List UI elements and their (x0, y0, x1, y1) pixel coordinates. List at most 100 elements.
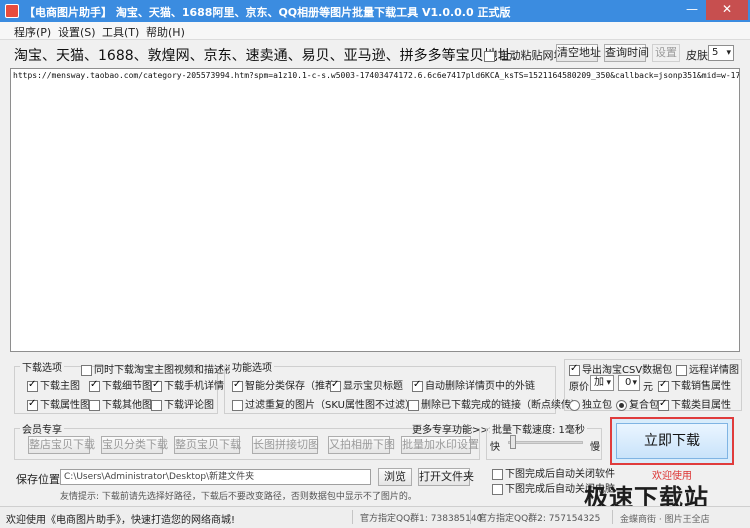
checkbox-icon (658, 379, 669, 392)
clear-address-button[interactable]: 清空地址 (556, 44, 601, 62)
download-now-button[interactable]: 立即下载 (610, 417, 734, 465)
download-options-label: 下载选项 (20, 359, 64, 374)
status-separator (612, 510, 613, 524)
price-label: 原价 (569, 382, 589, 393)
delete-done-label: 删除已下载完成的链接（断点续传） (421, 400, 581, 411)
batch-speed-label: 批量下载速度: 1毫秒 (490, 421, 587, 436)
speed-slider-thumb[interactable] (510, 435, 516, 449)
combined-package-label: 复合包 (629, 400, 659, 411)
status-bar: 欢迎使用《电商图片助手》，快速打造您的网络商城! 官方指定QQ群1: 73838… (0, 506, 750, 528)
filter-dup-checkbox[interactable]: 过滤重复的图片（SKU属性图不过滤） (232, 396, 415, 411)
checkbox-icon (81, 364, 92, 376)
delete-done-checkbox[interactable]: 删除已下载完成的链接（断点续传） (408, 396, 581, 411)
sales-attr-label: 下载销售属性 (671, 381, 731, 392)
qq-group-2: 官方指定QQ群2: 757154325 (478, 514, 601, 524)
sales-attr-checkbox[interactable]: 下载销售属性 (658, 377, 731, 392)
checkbox-icon (89, 379, 100, 392)
fast-label: 快 (490, 442, 500, 453)
function-options-label: 功能选项 (230, 359, 274, 374)
more-features-link[interactable]: 更多专享功能>>> (412, 421, 497, 436)
download-detail-checkbox[interactable]: 下载细节图 (89, 377, 152, 392)
tip-text: 友情提示: 下载前请先选择好路径，下载后不要改变路径，否则数据包中显示不了图片的… (60, 492, 417, 502)
status-right-text: 金蝶商街 · 图片王全店 (620, 515, 710, 525)
single-package-radio[interactable]: 独立包 (569, 396, 612, 411)
radio-icon (616, 399, 627, 411)
minimize-button[interactable]: — (680, 0, 704, 20)
download-other-label: 下载其他图 (102, 400, 152, 411)
window-title: 【电商图片助手】 淘宝、天猫、1688阿里、京东、QQ相册等图片批量下载工具 V… (24, 6, 511, 19)
checkbox-icon (27, 379, 38, 392)
save-path-input[interactable]: C:\Users\Administrator\Desktop\新建文件夹 (60, 469, 371, 485)
checkbox-icon (27, 398, 38, 411)
url-textarea[interactable]: https://mensway.taobao.com/category-2055… (10, 68, 740, 352)
price-value-input[interactable]: 0 (618, 375, 640, 391)
checkbox-icon (484, 50, 495, 62)
download-other-checkbox[interactable]: 下载其他图 (89, 396, 152, 411)
settings-button[interactable]: 设置 (652, 44, 680, 62)
category-attr-checkbox[interactable]: 下载类目属性 (658, 396, 731, 411)
checkbox-icon (676, 364, 687, 376)
download-main-label: 下载主图 (40, 381, 80, 392)
yuan-label: 元 (643, 382, 653, 393)
close-button[interactable]: ✕ (706, 0, 748, 20)
category-download-button[interactable]: 宝贝分类下载 (101, 436, 168, 454)
menu-help[interactable]: 帮助(H) (146, 24, 185, 40)
checkbox-icon (330, 379, 341, 392)
menu-settings[interactable]: 设置(S) (58, 24, 96, 40)
download-detail-label: 下载细节图 (102, 381, 152, 392)
auto-paste-label: 自动粘贴网址 (498, 49, 565, 62)
download-comment-checkbox[interactable]: 下载评论图 (151, 396, 214, 411)
checkbox-icon (151, 379, 162, 392)
download-now-label: 立即下载 (616, 423, 728, 459)
checkbox-icon (89, 399, 100, 411)
category-attr-label: 下载类目属性 (671, 400, 731, 411)
save-location-label: 保存位置: (16, 473, 64, 486)
title-bar: 【电商图片助手】 淘宝、天猫、1688阿里、京东、QQ相册等图片批量下载工具 V… (0, 0, 750, 22)
watermark-settings-button[interactable]: 批量加水印设置 (401, 436, 479, 454)
download-attr-checkbox[interactable]: 下载属性图 (27, 396, 90, 411)
slow-label: 慢 (590, 442, 600, 453)
remote-detail-label: 远程详情图 (689, 365, 739, 376)
download-mobile-label: 下载手机详情 (164, 381, 224, 392)
checkbox-icon (658, 398, 669, 411)
page-download-button[interactable]: 整页宝贝下载 (174, 436, 241, 454)
smart-sort-checkbox[interactable]: 智能分类保存（推荐） (232, 377, 345, 392)
filter-dup-label: 过滤重复的图片（SKU属性图不过滤） (245, 400, 415, 411)
upai-album-button[interactable]: 又拍相册下图 (328, 436, 395, 454)
open-folder-button[interactable]: 打开文件夹 (418, 468, 474, 486)
show-title-label: 显示宝贝标题 (343, 381, 403, 392)
status-text: 欢迎使用《电商图片助手》，快速打造您的网络商城! (6, 515, 236, 526)
sync-video-checkbox[interactable]: 同时下载淘宝主图视频和描述视频 (81, 361, 244, 376)
checkbox-icon (412, 379, 423, 392)
combined-package-radio[interactable]: 复合包 (616, 396, 659, 411)
checkbox-icon (232, 399, 243, 411)
skin-select[interactable]: 5 (708, 45, 734, 61)
download-comment-label: 下载评论图 (164, 400, 214, 411)
speed-slider-track[interactable] (508, 441, 583, 444)
query-time-button[interactable]: 查询时间 (604, 44, 649, 62)
app-icon (5, 4, 19, 18)
price-op-select[interactable]: 加 (590, 375, 614, 391)
status-separator (470, 510, 471, 524)
checkbox-icon (492, 468, 503, 480)
status-separator (352, 510, 353, 524)
remote-detail-checkbox[interactable]: 远程详情图 (676, 361, 739, 376)
browse-button[interactable]: 浏览 (378, 468, 412, 486)
long-image-button[interactable]: 长图拼接切图 (252, 436, 319, 454)
url-text: https://mensway.taobao.com/category-2055… (13, 71, 740, 80)
shop-download-button[interactable]: 整店宝贝下载 (28, 436, 95, 454)
download-mobile-checkbox[interactable]: 下载手机详情 (151, 377, 224, 392)
auto-delete-checkbox[interactable]: 自动删除详情页中的外链 (412, 377, 535, 392)
checkbox-icon (232, 379, 243, 392)
sync-video-label: 同时下载淘宝主图视频和描述视频 (94, 365, 244, 376)
address-label: 淘宝、天猫、1688、敦煌网、京东、速卖通、易贝、亚马逊、拼多多等宝贝地址: (14, 48, 517, 64)
download-attr-label: 下载属性图 (40, 400, 90, 411)
auto-paste-checkbox[interactable]: 自动粘贴网址 (484, 47, 565, 63)
download-main-checkbox[interactable]: 下载主图 (27, 377, 80, 392)
checkbox-icon (408, 399, 419, 411)
menu-tools[interactable]: 工具(T) (102, 24, 139, 40)
qq-group-1: 官方指定QQ群1: 738385140 (360, 514, 483, 524)
menu-program[interactable]: 程序(P) (14, 24, 51, 40)
show-title-checkbox[interactable]: 显示宝贝标题 (330, 377, 403, 392)
export-csv-checkbox[interactable]: 导出淘宝CSV数据包 (569, 361, 672, 376)
